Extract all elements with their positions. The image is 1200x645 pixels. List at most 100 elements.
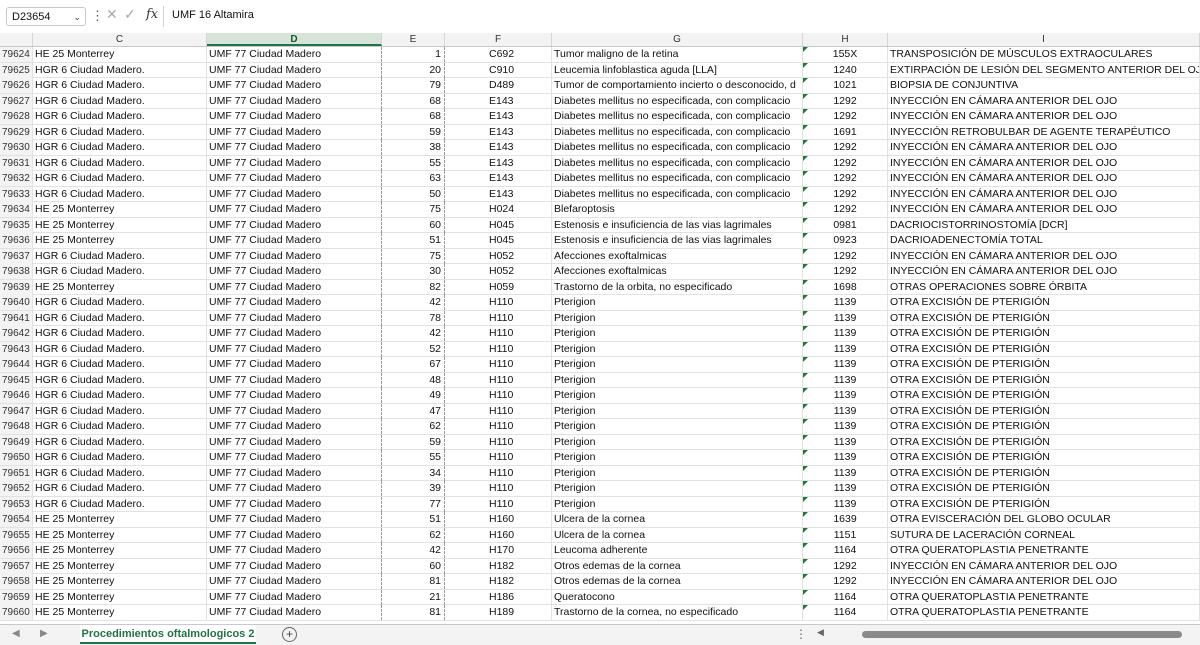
more-options-icon[interactable]: ⋮ <box>795 627 807 641</box>
sheet-tab-active[interactable]: Procedimientos oftalmologicos 2 <box>80 625 256 644</box>
cell-f[interactable]: H110 <box>445 388 552 403</box>
cell-h[interactable]: 1139 <box>803 357 888 372</box>
cell-h[interactable]: 1139 <box>803 403 888 419</box>
column-header-i[interactable]: I <box>888 33 1200 46</box>
cell-h[interactable]: 1292 <box>803 574 888 589</box>
cell-h[interactable]: 1164 <box>803 589 888 605</box>
scrollbar-thumb[interactable] <box>862 631 1182 638</box>
cell-e[interactable]: 47 <box>382 403 445 419</box>
cell-f[interactable]: E143 <box>445 93 552 109</box>
cell-h[interactable]: 1292 <box>803 558 888 574</box>
cell-i[interactable]: OTRA QUERATOPLASTIA PENETRANTE <box>888 589 1200 605</box>
cell-e[interactable]: 60 <box>382 558 445 574</box>
cell-d[interactable]: UMF 77 Ciudad Madero <box>207 465 382 481</box>
cell-g[interactable]: Leucoma adherente <box>552 543 803 558</box>
cell-i[interactable]: OTRA EXCISIÓN DE PTERIGIÓN <box>888 403 1200 419</box>
cell-h[interactable]: 1139 <box>803 310 888 326</box>
cell-e[interactable]: 49 <box>382 388 445 403</box>
cell-h[interactable]: 1292 <box>803 202 888 217</box>
cell-h[interactable]: 1139 <box>803 481 888 496</box>
cell-i[interactable]: TRANSPOSICIÓN DE MÚSCULOS EXTRAOCULARES <box>888 47 1200 62</box>
cell-g[interactable]: Tumor de comportamiento incierto o desco… <box>552 78 803 93</box>
cell-c[interactable]: HGR 6 Ciudad Madero. <box>33 62 207 78</box>
cell-f[interactable]: H110 <box>445 450 552 465</box>
cell-d[interactable]: UMF 77 Ciudad Madero <box>207 605 382 620</box>
cell-e[interactable]: 68 <box>382 109 445 124</box>
cell-d[interactable]: UMF 77 Ciudad Madero <box>207 78 382 93</box>
column-header-c[interactable]: C <box>33 33 207 46</box>
cell-e[interactable]: 59 <box>382 434 445 450</box>
cell-e[interactable]: 39 <box>382 481 445 496</box>
cell-e[interactable]: 75 <box>382 248 445 264</box>
horizontal-scrollbar[interactable]: ◀ <box>817 627 1187 638</box>
cell-g[interactable]: Pterigion <box>552 481 803 496</box>
cell-h[interactable]: 1139 <box>803 388 888 403</box>
cell-c[interactable]: HE 25 Monterrey <box>33 202 207 217</box>
cell-f[interactable]: H045 <box>445 217 552 233</box>
row-number[interactable]: 79637 <box>0 248 33 264</box>
cell-f[interactable]: H110 <box>445 357 552 372</box>
cell-c[interactable]: HGR 6 Ciudad Madero. <box>33 295 207 310</box>
cell-f[interactable]: H024 <box>445 202 552 217</box>
chevron-down-icon[interactable]: ⌄ <box>73 8 81 27</box>
cell-e[interactable]: 55 <box>382 450 445 465</box>
cell-h[interactable]: 1292 <box>803 155 888 171</box>
cell-g[interactable]: Diabetes mellitus no especificada, con c… <box>552 186 803 202</box>
cell-c[interactable]: HE 25 Monterrey <box>33 543 207 558</box>
row-number[interactable]: 79628 <box>0 109 33 124</box>
cell-h[interactable]: 1139 <box>803 419 888 434</box>
cell-c[interactable]: HGR 6 Ciudad Madero. <box>33 481 207 496</box>
cell-g[interactable]: Blefaroptosis <box>552 202 803 217</box>
cell-d[interactable]: UMF 77 Ciudad Madero <box>207 543 382 558</box>
cell-d[interactable]: UMF 77 Ciudad Madero <box>207 217 382 233</box>
cell-d[interactable]: UMF 77 Ciudad Madero <box>207 527 382 543</box>
cell-i[interactable]: DACRIOCISTORRINOSTOMÍA [DCR] <box>888 217 1200 233</box>
cell-f[interactable]: E143 <box>445 186 552 202</box>
cell-d[interactable]: UMF 77 Ciudad Madero <box>207 140 382 155</box>
cell-d[interactable]: UMF 77 Ciudad Madero <box>207 434 382 450</box>
cell-i[interactable]: OTRA EXCISIÓN DE PTERIGIÓN <box>888 310 1200 326</box>
cell-d[interactable]: UMF 77 Ciudad Madero <box>207 496 382 512</box>
cell-h[interactable]: 0981 <box>803 217 888 233</box>
cell-g[interactable]: Pterigion <box>552 403 803 419</box>
cell-h[interactable]: 1292 <box>803 140 888 155</box>
cell-h[interactable]: 1698 <box>803 279 888 295</box>
cell-h[interactable]: 1164 <box>803 543 888 558</box>
cell-c[interactable]: HGR 6 Ciudad Madero. <box>33 310 207 326</box>
cell-c[interactable]: HGR 6 Ciudad Madero. <box>33 155 207 171</box>
cell-i[interactable]: INYECCIÓN RETROBULBAR DE AGENTE TERAPÉUT… <box>888 124 1200 140</box>
cell-f[interactable]: H110 <box>445 403 552 419</box>
cell-g[interactable]: Pterigion <box>552 465 803 481</box>
cell-d[interactable]: UMF 77 Ciudad Madero <box>207 93 382 109</box>
cell-f[interactable]: H182 <box>445 574 552 589</box>
cell-e[interactable]: 30 <box>382 264 445 279</box>
cell-g[interactable]: Diabetes mellitus no especificada, con c… <box>552 171 803 186</box>
cell-i[interactable]: OTRA EXCISIÓN DE PTERIGIÓN <box>888 465 1200 481</box>
row-number[interactable]: 79633 <box>0 186 33 202</box>
cell-e[interactable]: 38 <box>382 140 445 155</box>
cell-i[interactable]: OTRA EXCISIÓN DE PTERIGIÓN <box>888 341 1200 357</box>
cell-i[interactable]: OTRA EXCISIÓN DE PTERIGIÓN <box>888 496 1200 512</box>
cell-g[interactable]: Tumor maligno de la retina <box>552 47 803 62</box>
row-number[interactable]: 79647 <box>0 403 33 419</box>
cell-h[interactable]: 1240 <box>803 62 888 78</box>
row-number[interactable]: 79646 <box>0 388 33 403</box>
cell-i[interactable]: INYECCIÓN EN CÁMARA ANTERIOR DEL OJO <box>888 171 1200 186</box>
column-header-e[interactable]: E <box>382 33 445 46</box>
cell-h[interactable]: 1139 <box>803 295 888 310</box>
cell-f[interactable]: H059 <box>445 279 552 295</box>
cell-h[interactable]: 1151 <box>803 527 888 543</box>
cell-i[interactable]: OTRA EXCISIÓN DE PTERIGIÓN <box>888 450 1200 465</box>
cell-c[interactable]: HE 25 Monterrey <box>33 279 207 295</box>
row-number[interactable]: 79630 <box>0 140 33 155</box>
cell-e[interactable]: 82 <box>382 279 445 295</box>
cell-g[interactable]: Pterigion <box>552 357 803 372</box>
cell-g[interactable]: Afecciones exoftalmicas <box>552 264 803 279</box>
cell-d[interactable]: UMF 77 Ciudad Madero <box>207 155 382 171</box>
cell-f[interactable]: H110 <box>445 434 552 450</box>
cell-c[interactable]: HGR 6 Ciudad Madero. <box>33 403 207 419</box>
cell-f[interactable]: H110 <box>445 310 552 326</box>
cell-e[interactable]: 51 <box>382 233 445 248</box>
more-options-icon[interactable]: ⋮ <box>91 8 104 24</box>
cell-i[interactable]: OTRA EXCISIÓN DE PTERIGIÓN <box>888 372 1200 388</box>
